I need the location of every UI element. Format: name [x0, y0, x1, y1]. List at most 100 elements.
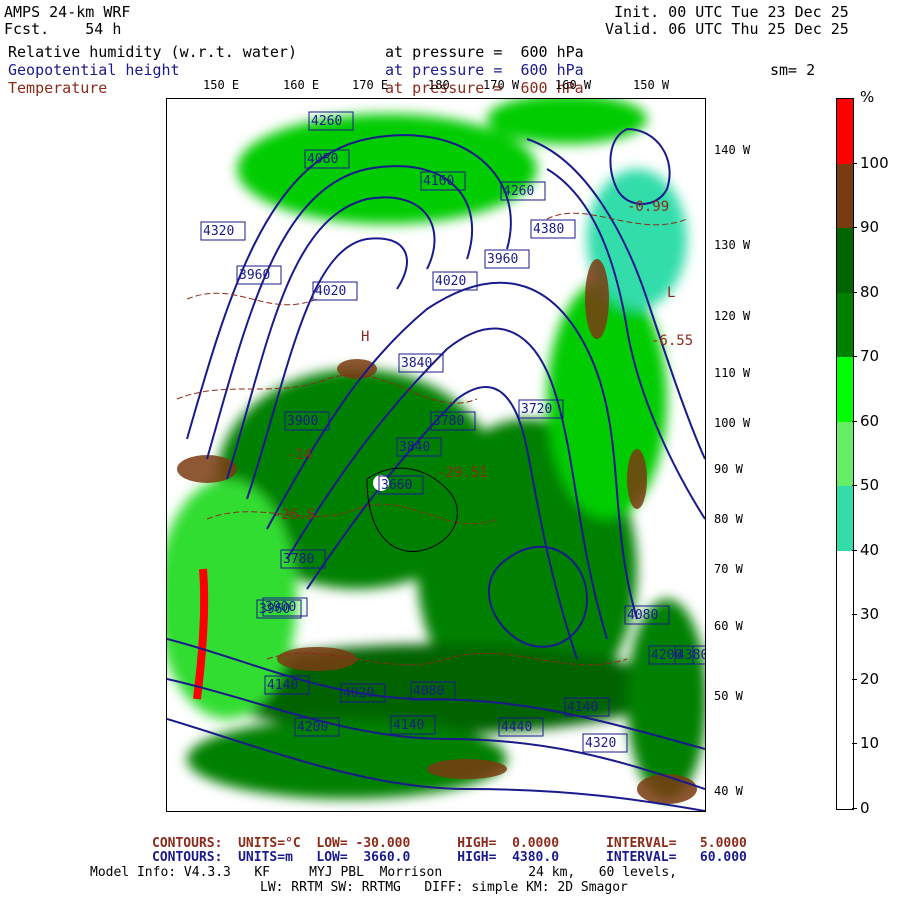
height-label: 4260 — [311, 114, 342, 129]
colorbar-label: 0 — [860, 799, 870, 817]
height-label: 3960 — [487, 252, 518, 267]
height-label: 4380 — [677, 648, 706, 663]
longitude-label: 160 E — [283, 78, 320, 92]
longitude-label: 150 E — [203, 78, 240, 92]
height-label: 3780 — [283, 552, 314, 567]
height-label: 4080 — [627, 608, 658, 623]
field-rh-name: Relative humidity (w.r.t. water) — [8, 43, 297, 61]
height-label: 4260 — [503, 184, 534, 199]
height-label: 3840 — [401, 356, 432, 371]
footer-temp-high: HIGH= 0.0000 — [457, 836, 560, 851]
colorbar-segment — [837, 292, 853, 358]
colorbar-label: 100 — [860, 153, 889, 172]
colorbar-tick — [852, 678, 857, 680]
colorbar-label: 90 — [860, 218, 880, 237]
footer-model-info-1: Model Info: V4.3.3 KF MYJ PBL Morrison 2… — [90, 865, 677, 880]
colorbar — [836, 98, 854, 810]
height-label: 4320 — [203, 224, 234, 239]
height-label: 4020 — [315, 284, 346, 299]
colorbar-segment — [837, 615, 853, 680]
height-label: 4160 — [423, 174, 454, 189]
colorbar-label: 30 — [860, 605, 880, 624]
latitude-label: 80 W — [714, 512, 743, 526]
humidity-area — [627, 599, 705, 799]
footer-height-low: LOW= 3660.0 — [316, 850, 411, 865]
latitude-label: 110 W — [714, 366, 751, 380]
height-label: 3900 — [287, 414, 318, 429]
height-label: 4200 — [297, 720, 328, 735]
height-label: 4020 — [343, 686, 374, 701]
temperature-label: -29.51 — [437, 465, 488, 481]
latitude-label: 100 W — [714, 416, 751, 430]
height-label: 4320 — [585, 736, 616, 751]
footer-temp-contours: CONTOURS: UNITS=°C LOW= -30.000 HIGH= 0.… — [152, 837, 747, 851]
longitude-label: 160 W — [555, 78, 592, 92]
footer-temp-label: CONTOURS: — [152, 836, 223, 851]
colorbar-segment — [837, 99, 853, 164]
height-label: 3960 — [239, 268, 270, 283]
latitude-label: 140 W — [714, 143, 751, 157]
colorbar-label: 10 — [860, 734, 880, 753]
humidity-high-area — [627, 449, 647, 509]
footer-height-label: CONTOURS: — [152, 850, 223, 865]
colorbar-tick — [852, 356, 857, 358]
latitude-label: 40 W — [714, 784, 743, 798]
colorbar-segment — [837, 550, 853, 616]
field-height-level: at pressure = 600 hPa — [385, 61, 584, 79]
colorbar-segment — [837, 357, 853, 422]
height-label: 4140 — [567, 700, 598, 715]
colorbar-tick — [852, 291, 857, 293]
height-label: 4440 — [501, 720, 532, 735]
footer-height-units: UNITS=m — [238, 850, 293, 865]
temperature-label: L — [667, 285, 675, 301]
height-label: 4140 — [393, 718, 424, 733]
colorbar-units: % — [860, 88, 875, 106]
colorbar-tick — [852, 485, 857, 487]
humidity-area — [187, 719, 507, 799]
colorbar-label: 60 — [860, 411, 880, 430]
height-label: 4020 — [435, 274, 466, 289]
colorbar-tick — [852, 743, 857, 745]
field-rh-level: at pressure = 600 hPa — [385, 43, 584, 61]
field-temp-name: Temperature — [8, 79, 108, 97]
height-label: 4080 — [307, 152, 338, 167]
colorbar-tick — [852, 227, 857, 229]
colorbar-tick — [852, 808, 857, 809]
latitude-label: 130 W — [714, 238, 751, 252]
height-label: 3780 — [433, 414, 464, 429]
smoothing-label: sm= 2 — [770, 61, 816, 79]
height-label: 3720 — [521, 402, 552, 417]
footer-temp-units: UNITS=°C — [238, 836, 301, 851]
humidity-high-area — [637, 774, 697, 804]
colorbar-label: 20 — [860, 669, 880, 688]
colorbar-label: 70 — [860, 347, 880, 366]
humidity-high-area — [585, 259, 609, 339]
footer-height-high: HIGH= 4380.0 — [457, 850, 560, 865]
colorbar-tick — [852, 420, 857, 422]
height-label: 3960 — [259, 602, 290, 617]
temperature-label: -0.99 — [627, 199, 669, 215]
colorbar-segment — [837, 679, 853, 745]
valid-time: Valid. 06 UTC Thu 25 Dec 25 — [605, 20, 849, 38]
colorbar-label: 80 — [860, 282, 880, 301]
init-time: Init. 00 UTC Tue 23 Dec 25 — [614, 3, 849, 21]
latitude-label: 90 W — [714, 462, 743, 476]
latitude-label: 70 W — [714, 562, 743, 576]
humidity-high-area — [337, 359, 377, 379]
forecast-hours: 54 h — [85, 20, 122, 38]
temperature-label: -14 — [287, 447, 312, 463]
colorbar-tick — [852, 549, 857, 551]
colorbar-segment — [837, 744, 853, 809]
colorbar-segment — [837, 228, 853, 293]
footer-temp-interval: INTERVAL= 5.0000 — [606, 836, 747, 851]
height-label: 3840 — [399, 440, 430, 455]
field-height-name: Geopotential height — [8, 61, 180, 79]
longitude-label: 150 W — [633, 78, 670, 92]
longitude-label: 170 W — [483, 78, 520, 92]
colorbar-tick — [852, 162, 857, 164]
latitude-label: 60 W — [714, 619, 743, 633]
colorbar-label: 50 — [860, 476, 880, 495]
map-panel: 4260 4080 4160 4260 4380 4020 3960 4020 4320 3960… — [166, 98, 706, 812]
temperature-label: -26.5 — [273, 507, 315, 523]
height-label: 4380 — [533, 222, 564, 237]
